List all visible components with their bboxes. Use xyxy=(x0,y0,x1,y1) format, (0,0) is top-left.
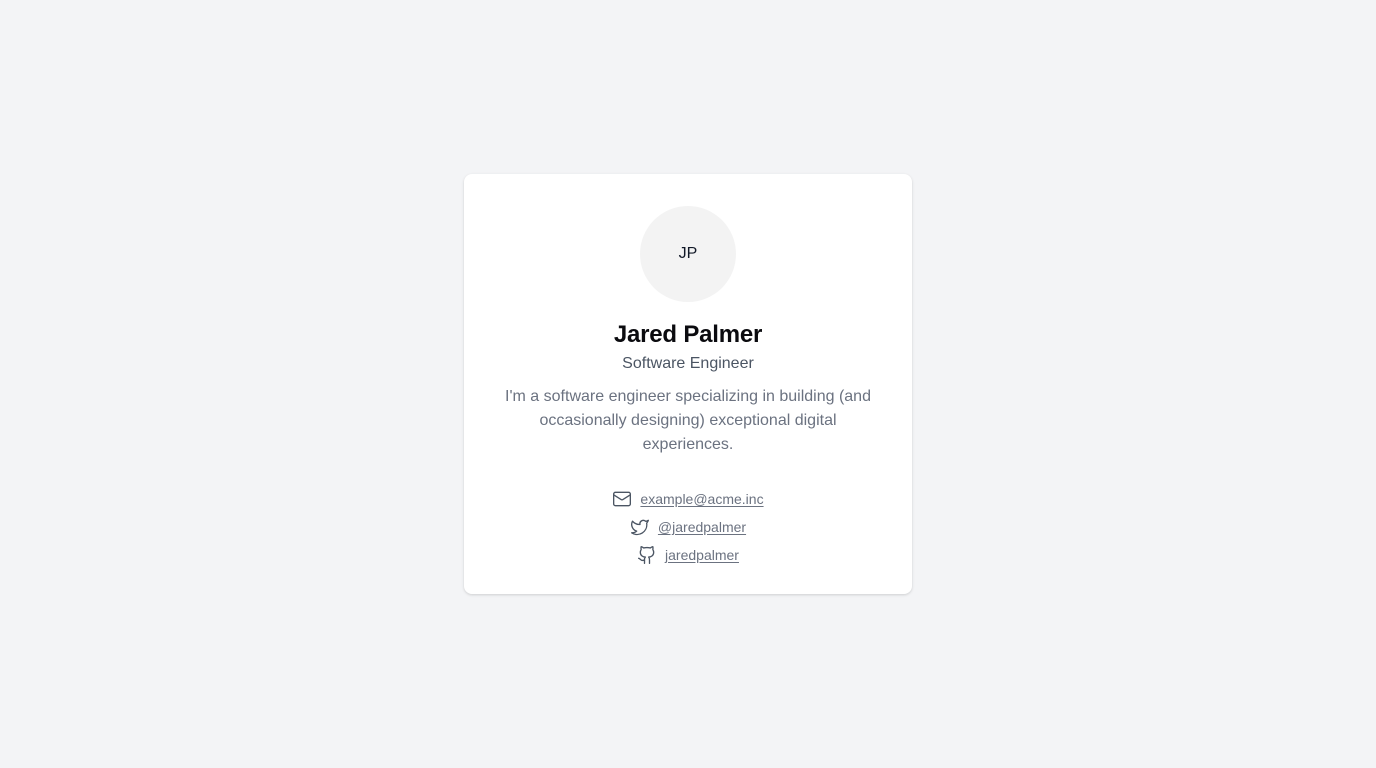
twitter-link-row: @jaredpalmer xyxy=(630,517,746,537)
avatar: JP xyxy=(640,206,736,302)
email-link[interactable]: example@acme.inc xyxy=(640,489,763,509)
avatar-initials: JP xyxy=(678,245,698,262)
contact-links: example@acme.inc @jaredpalmer jaredpalme… xyxy=(612,489,764,565)
twitter-icon xyxy=(630,519,649,536)
profile-bio: I'm a software engineer specializing in … xyxy=(505,388,871,453)
twitter-link[interactable]: @jaredpalmer xyxy=(658,517,746,537)
github-icon xyxy=(638,546,655,564)
profile-name: Jared Palmer xyxy=(613,321,763,348)
mail-icon xyxy=(613,491,632,507)
github-link[interactable]: jaredpalmer xyxy=(665,545,739,565)
github-link-row: jaredpalmer xyxy=(637,545,739,565)
profile-card: JP Jared Palmer Software Engineer I'm a … xyxy=(464,174,912,594)
email-link-row: example@acme.inc xyxy=(612,489,764,509)
profile-role: Software Engineer xyxy=(622,355,754,372)
